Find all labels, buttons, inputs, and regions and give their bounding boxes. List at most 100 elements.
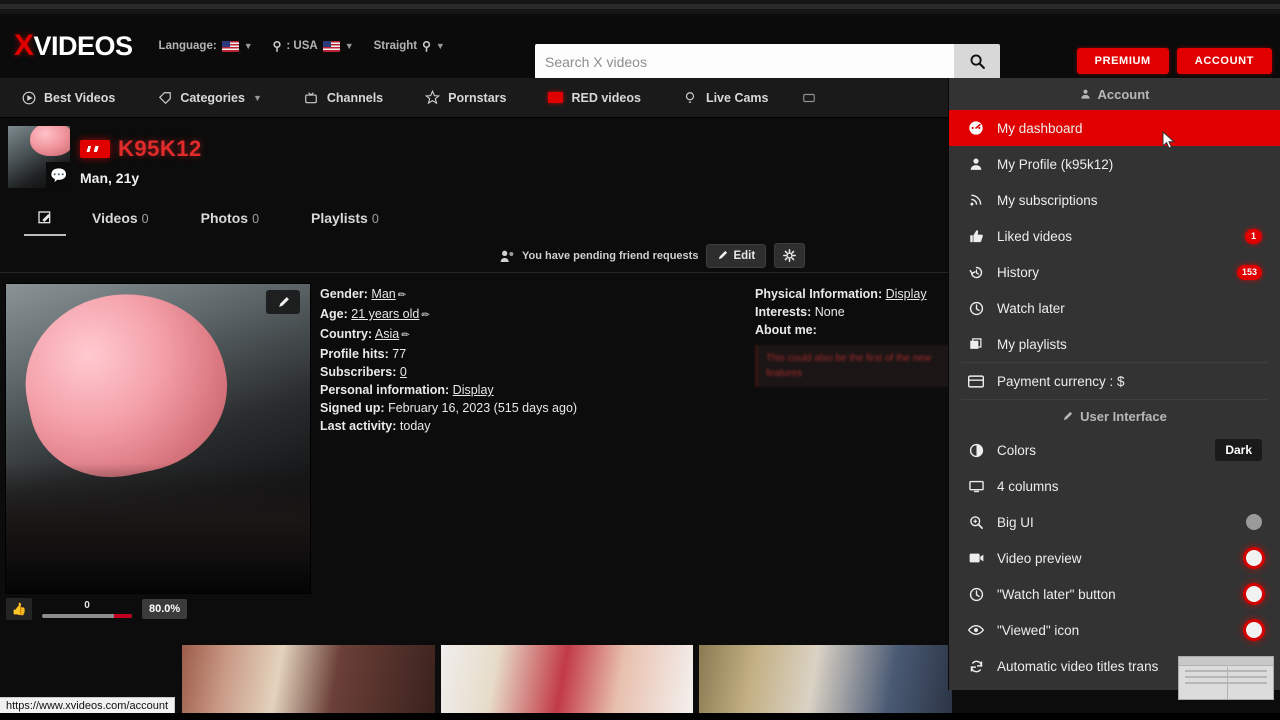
- info-row-profile-hits: Profile hits: 77: [320, 345, 730, 363]
- info-row-last-activity: Last activity: today: [320, 417, 730, 435]
- nav-item-red-videos[interactable]: RED videos: [527, 78, 661, 117]
- big-ui-toggle[interactable]: [1246, 514, 1262, 530]
- header-buttons: PREMIUM ACCOUNT: [1076, 48, 1272, 74]
- photo-edit-button[interactable]: [266, 290, 300, 314]
- colors-value-pill[interactable]: Dark: [1215, 439, 1262, 461]
- rss-icon: [967, 193, 985, 207]
- chevron-down-icon: ▼: [435, 41, 445, 51]
- settings-button[interactable]: [774, 243, 806, 268]
- nav-item-best-videos[interactable]: Best Videos: [0, 78, 136, 117]
- playlist-icon: [967, 337, 985, 352]
- edit-profile-tab[interactable]: [24, 202, 66, 236]
- info-row-physical-information: Physical Information: Display: [755, 285, 950, 303]
- mouse-cursor: [1162, 131, 1176, 149]
- info-value[interactable]: Man: [371, 287, 395, 301]
- sidebar-item-viewed-icon[interactable]: "Viewed" icon: [949, 612, 1280, 648]
- profile-photo[interactable]: [5, 283, 311, 594]
- sidebar-item-label: My Profile (k95k12): [997, 156, 1114, 172]
- pencil-icon[interactable]: ✏: [398, 290, 406, 301]
- info-label: Physical Information:: [755, 287, 883, 301]
- tab-photos[interactable]: Photos 0: [175, 202, 285, 236]
- video-preview-toggle[interactable]: [1246, 550, 1262, 566]
- sidebar-item-video-preview[interactable]: Video preview: [949, 540, 1280, 576]
- search-input[interactable]: [535, 44, 954, 79]
- info-value[interactable]: Asia: [375, 327, 399, 341]
- chat-icon[interactable]: 💬: [46, 162, 70, 188]
- star-icon: [425, 90, 441, 105]
- viewed-icon-toggle[interactable]: [1246, 622, 1262, 638]
- red-chip-icon: [548, 90, 564, 105]
- info-value[interactable]: Display: [453, 383, 494, 397]
- eye-icon: [967, 624, 985, 636]
- floating-window[interactable]: [1178, 656, 1274, 700]
- edit-button[interactable]: Edit: [706, 243, 767, 268]
- info-label: Subscribers:: [320, 365, 397, 379]
- search-icon: [970, 54, 985, 69]
- sidebar-item-big-ui[interactable]: Big UI: [949, 504, 1280, 540]
- tag-icon: [157, 90, 172, 105]
- avatar[interactable]: 💬: [8, 126, 70, 188]
- country-selector[interactable]: ⚲ : USA ▼: [273, 39, 354, 53]
- tab-count: 0: [141, 212, 149, 226]
- clock-icon: [967, 587, 985, 602]
- sidebar-section-label: Account: [1097, 86, 1150, 102]
- info-label: Country:: [320, 327, 373, 341]
- sidebar-item-label: Colors: [997, 442, 1037, 458]
- video-thumbnail[interactable]: [182, 645, 435, 720]
- language-label: Language:: [158, 40, 217, 52]
- pencil-icon[interactable]: ✏: [421, 310, 429, 321]
- sidebar-item-my-profile[interactable]: My Profile (k95k12): [949, 146, 1280, 182]
- profile-info-left: Gender: Man ✏ Age: 21 years old ✏ Country:…: [320, 285, 730, 435]
- sidebar-item-my-dashboard[interactable]: My dashboard: [949, 110, 1280, 146]
- tab-count: 0: [371, 212, 379, 226]
- thumbs-up-icon[interactable]: 👍: [6, 598, 32, 620]
- info-label: Interests:: [755, 305, 812, 319]
- play-circle-icon: [21, 90, 36, 105]
- sidebar-item-colors[interactable]: Colors Dark: [949, 432, 1280, 468]
- video-thumbnail[interactable]: [699, 645, 952, 720]
- search-button[interactable]: [954, 44, 1000, 79]
- nav-item-pornstars[interactable]: Pornstars: [404, 78, 527, 117]
- profile-subline: Man, 21y: [80, 170, 140, 186]
- sidebar-item-label: Watch later: [997, 300, 1065, 316]
- nav-label: Best Videos: [44, 90, 116, 105]
- pencil-icon[interactable]: ✏: [401, 330, 409, 341]
- language-selector[interactable]: Language: ▼: [159, 40, 253, 52]
- site-logo[interactable]: X VIDEOS: [14, 29, 133, 63]
- info-value[interactable]: Display: [886, 287, 927, 301]
- floating-window-titlebar: [1179, 657, 1273, 666]
- nav-item-overflow[interactable]: [789, 78, 828, 117]
- profile-username: K95K12: [118, 136, 202, 161]
- contrast-icon: [967, 443, 985, 458]
- country-label: : USA: [286, 40, 318, 52]
- header-options: Language: ▼ ⚲ : USA ▼ Straight ⚲ ▼: [159, 39, 445, 53]
- sidebar-item-4-columns[interactable]: 4 columns: [949, 468, 1280, 504]
- info-label: Age:: [320, 307, 348, 321]
- nav-label: Live Cams: [705, 90, 769, 105]
- account-button[interactable]: ACCOUNT: [1176, 48, 1272, 74]
- video-thumbnail[interactable]: [440, 645, 694, 720]
- sidebar-item-watch-later-button[interactable]: "Watch later" button: [949, 576, 1280, 612]
- sidebar-item-my-subscriptions[interactable]: My subscriptions: [949, 182, 1280, 218]
- watch-later-button-toggle[interactable]: [1246, 586, 1262, 602]
- sidebar-item-my-playlists[interactable]: My playlists: [949, 326, 1280, 362]
- nav-item-channels[interactable]: Channels: [283, 78, 404, 117]
- nav-item-live-cams[interactable]: Live Cams: [662, 78, 790, 117]
- tab-playlists[interactable]: Playlists 0: [285, 202, 405, 236]
- info-row-age: Age: 21 years old ✏: [320, 305, 730, 325]
- more-icon: [801, 90, 816, 105]
- tab-videos[interactable]: Videos 0: [66, 202, 175, 236]
- info-value: 77: [392, 347, 407, 361]
- orientation-selector[interactable]: Straight ⚲ ▼: [374, 39, 445, 53]
- orientation-label: Straight: [373, 40, 418, 52]
- sidebar-item-payment-currency[interactable]: Payment currency : $: [949, 363, 1280, 399]
- sidebar-item-watch-later[interactable]: Watch later: [949, 290, 1280, 326]
- premium-button[interactable]: PREMIUM: [1076, 48, 1169, 74]
- nav-item-categories[interactable]: Categories ▼: [136, 78, 283, 117]
- sidebar-item-liked-videos[interactable]: Liked videos 1: [949, 218, 1280, 254]
- info-value[interactable]: 21 years old: [351, 307, 419, 321]
- pencil-icon: [719, 250, 728, 260]
- info-label: Profile hits:: [320, 347, 389, 361]
- sidebar-item-history[interactable]: History 153: [949, 254, 1280, 290]
- info-value[interactable]: 0: [400, 365, 407, 379]
